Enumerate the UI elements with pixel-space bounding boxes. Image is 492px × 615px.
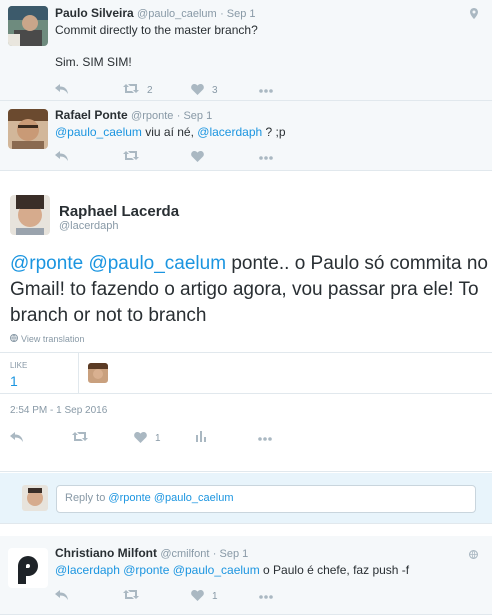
permalink-tweet: Raphael Lacerda @lacerdaph @rponte @paul… bbox=[0, 179, 492, 472]
reply-mentions: @rponte @paulo_caelum bbox=[108, 492, 234, 504]
tweet-header: Christiano Milfont @cmilfont · Sep 1 bbox=[55, 546, 482, 561]
reply-icon bbox=[55, 150, 68, 164]
more-icon bbox=[259, 152, 273, 163]
reply-button[interactable] bbox=[10, 431, 72, 445]
location-icon[interactable] bbox=[470, 6, 478, 24]
tweet-actions: 2 3 bbox=[55, 76, 482, 104]
fullname[interactable]: Raphael Lacerda bbox=[59, 203, 179, 220]
retweet-icon bbox=[123, 589, 139, 603]
retweet-icon bbox=[72, 431, 88, 445]
divider bbox=[0, 524, 492, 536]
fullname[interactable]: Rafael Ponte bbox=[55, 108, 128, 122]
liker-avatar[interactable] bbox=[88, 363, 108, 383]
tweet-actions: 1 bbox=[10, 424, 320, 452]
retweet-button[interactable] bbox=[72, 431, 134, 445]
retweet-button[interactable]: 2 bbox=[123, 83, 191, 97]
globe-icon bbox=[10, 334, 18, 344]
more-icon bbox=[258, 433, 272, 444]
like-count: 3 bbox=[212, 84, 218, 96]
fullname[interactable]: Paulo Silveira bbox=[55, 6, 134, 20]
mention-link[interactable]: @lacerdaph bbox=[55, 563, 120, 577]
like-button[interactable]: 3 bbox=[191, 83, 259, 98]
heart-icon bbox=[191, 83, 204, 98]
more-icon bbox=[259, 591, 273, 602]
handle[interactable]: @paulo_caelum bbox=[137, 8, 217, 20]
retweet-icon bbox=[123, 83, 139, 97]
reply-button[interactable] bbox=[55, 589, 123, 603]
like-count: 1 bbox=[155, 432, 161, 444]
tweet-stats: LIKE 1 bbox=[0, 352, 492, 394]
avatar[interactable] bbox=[8, 548, 48, 588]
handle[interactable]: @lacerdaph bbox=[59, 220, 118, 232]
handle[interactable]: @rponte bbox=[131, 110, 173, 122]
retweet-icon bbox=[123, 150, 139, 164]
more-button[interactable] bbox=[259, 591, 327, 602]
retweet-button[interactable] bbox=[123, 150, 191, 164]
tweet-date[interactable]: · Sep 1 bbox=[220, 8, 255, 20]
reply-input[interactable]: Reply to @rponte @paulo_caelum bbox=[56, 485, 476, 513]
likes-count[interactable]: 1 bbox=[10, 373, 18, 389]
retweet-count: 2 bbox=[147, 84, 153, 96]
tweet-text: Commit directly to the master branch? Si… bbox=[55, 23, 258, 69]
avatar[interactable] bbox=[10, 195, 50, 235]
analytics-icon bbox=[196, 431, 206, 445]
globe-icon[interactable] bbox=[469, 546, 478, 564]
mention-link[interactable]: @rponte bbox=[10, 253, 83, 274]
avatar[interactable] bbox=[8, 109, 48, 149]
divider bbox=[78, 353, 79, 393]
view-translation[interactable]: View translation bbox=[10, 334, 84, 344]
reply-box: Reply to @rponte @paulo_caelum bbox=[0, 473, 492, 524]
more-icon bbox=[259, 85, 273, 96]
fullname[interactable]: Christiano Milfont bbox=[55, 546, 157, 560]
avatar[interactable] bbox=[8, 6, 48, 46]
like-button[interactable] bbox=[191, 150, 259, 165]
reply-button[interactable] bbox=[55, 83, 123, 97]
timestamp[interactable]: 2:54 PM - 1 Sep 2016 bbox=[10, 405, 107, 416]
mention-link[interactable]: @rponte bbox=[123, 563, 169, 577]
divider bbox=[0, 171, 492, 179]
tweet-date[interactable]: · Sep 1 bbox=[213, 548, 248, 560]
tweet-date[interactable]: · Sep 1 bbox=[177, 110, 212, 122]
retweet-button[interactable] bbox=[123, 589, 191, 603]
handle[interactable]: @cmilfont bbox=[160, 548, 209, 560]
more-button[interactable] bbox=[259, 85, 327, 96]
reply-button[interactable] bbox=[55, 150, 123, 164]
tweet-christiano-milfont[interactable]: Christiano Milfont @cmilfont · Sep 1 @la… bbox=[0, 536, 492, 615]
tweet-actions: 1 bbox=[55, 582, 482, 610]
mention-link[interactable]: @paulo_caelum bbox=[88, 253, 226, 274]
tweet-text: @paulo_caelum viu aí né, @lacerdaph ? ;p bbox=[55, 125, 286, 139]
like-count: 1 bbox=[212, 590, 218, 602]
like-button[interactable]: 1 bbox=[191, 589, 259, 604]
reply-icon bbox=[55, 83, 68, 97]
tweet-text: @lacerdaph @rponte @paulo_caelum o Paulo… bbox=[55, 563, 410, 577]
tweet-rafael-ponte[interactable]: Rafael Ponte @rponte · Sep 1 @paulo_cael… bbox=[0, 101, 492, 171]
reply-icon bbox=[55, 589, 68, 603]
mention-link[interactable]: @paulo_caelum bbox=[55, 125, 142, 139]
likes-label: LIKE bbox=[10, 361, 28, 370]
more-button[interactable] bbox=[258, 433, 320, 444]
heart-icon bbox=[191, 150, 204, 165]
like-button[interactable]: 1 bbox=[134, 431, 196, 446]
more-button[interactable] bbox=[259, 152, 327, 163]
avatar bbox=[22, 485, 48, 511]
heart-icon bbox=[134, 431, 147, 446]
tweet-header: Rafael Ponte @rponte · Sep 1 bbox=[55, 108, 482, 123]
mention-link[interactable]: @lacerdaph bbox=[197, 125, 262, 139]
heart-icon bbox=[191, 589, 204, 604]
tweet-paulo-silveira[interactable]: Paulo Silveira @paulo_caelum · Sep 1 Com… bbox=[0, 0, 492, 101]
tweet-header: Paulo Silveira @paulo_caelum · Sep 1 bbox=[55, 6, 482, 21]
analytics-button[interactable] bbox=[196, 431, 258, 445]
reply-icon bbox=[10, 431, 23, 445]
mention-link[interactable]: @paulo_caelum bbox=[173, 563, 260, 577]
tweet-actions bbox=[55, 143, 482, 171]
tweet-text: @rponte @paulo_caelum ponte.. o Paulo só… bbox=[10, 253, 488, 326]
